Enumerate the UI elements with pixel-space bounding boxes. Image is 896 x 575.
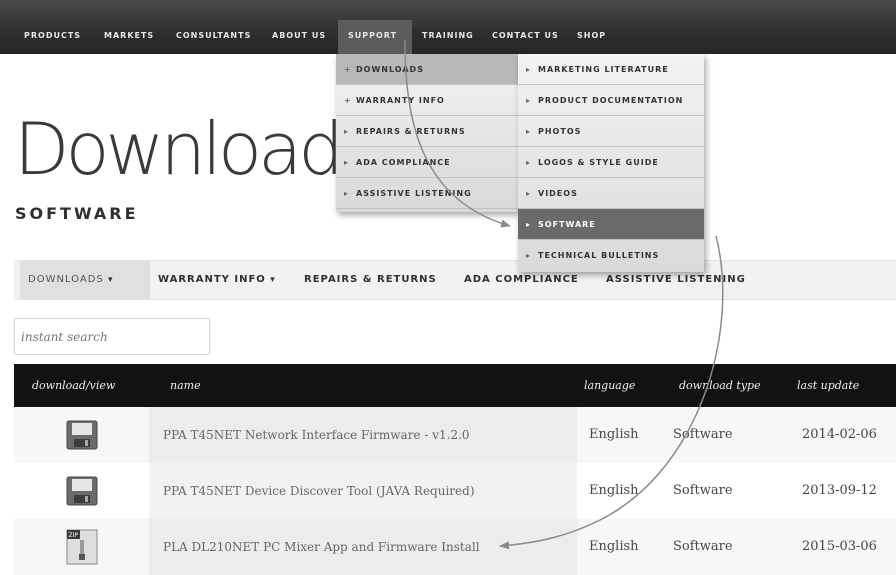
chevron-down-icon: ▾ xyxy=(270,275,276,285)
menu-item-label: WARRANTY INFO xyxy=(356,96,445,105)
menu-item-repairs-returns[interactable]: ▸ REPAIRS & RETURNS xyxy=(336,116,518,147)
nav-about-us[interactable]: ABOUT US xyxy=(262,20,336,54)
submenu-item-logos-style-guide[interactable]: ▸ LOGOS & STYLE GUIDE xyxy=(518,147,704,178)
header-download-type[interactable]: download type xyxy=(679,364,761,407)
download-cell xyxy=(14,407,149,463)
menu-item-label: REPAIRS & RETURNS xyxy=(356,127,466,136)
menu-item-label: DOWNLOADS xyxy=(356,65,424,74)
menu-item-assistive-listening[interactable]: ▸ ASSISTIVE LISTENING xyxy=(336,178,518,209)
file-language: English xyxy=(589,539,639,554)
triangle-right-icon: ▸ xyxy=(344,189,350,198)
nav-markets[interactable]: MARKETS xyxy=(94,20,164,54)
menu-item-label: LOGOS & STYLE GUIDE xyxy=(538,158,659,167)
menu-item-label: SOFTWARE xyxy=(538,220,596,229)
header-download-view[interactable]: download/view xyxy=(32,364,115,407)
triangle-right-icon: ▸ xyxy=(526,220,532,229)
file-last-update: 2013-09-12 xyxy=(802,483,877,498)
tab-warranty-info[interactable]: WARRANTY INFO ▾ xyxy=(150,261,284,299)
nav-contact-us[interactable]: CONTACT US xyxy=(482,20,569,54)
submenu-item-marketing-literature[interactable]: ▸ MARKETING LITERATURE xyxy=(518,54,704,85)
submenu-item-software[interactable]: ▸ SOFTWARE xyxy=(518,209,704,240)
tab-label: WARRANTY INFO xyxy=(158,274,266,285)
page-title: Downloads xyxy=(14,107,377,191)
table-row: PPA T45NET Network Interface Firmware - … xyxy=(14,407,896,463)
menu-item-label: VIDEOS xyxy=(538,189,578,198)
section-tab-bar: DOWNLOADS ▾ WARRANTY INFO ▾ REPAIRS & RE… xyxy=(14,260,896,300)
nav-products[interactable]: PRODUCTS xyxy=(14,20,91,54)
zip-file-icon[interactable]: ZIP xyxy=(65,528,99,566)
download-cell xyxy=(14,463,149,519)
plus-icon: + xyxy=(344,65,352,74)
table-row: PPA T45NET Device Discover Tool (JAVA Re… xyxy=(14,463,896,519)
triangle-right-icon: ▸ xyxy=(526,96,532,105)
file-last-update: 2015-03-06 xyxy=(802,539,877,554)
menu-item-downloads[interactable]: + DOWNLOADS xyxy=(336,54,518,85)
chevron-down-icon: ▾ xyxy=(107,275,114,285)
downloads-submenu: ▸ MARKETING LITERATURE ▸ PRODUCT DOCUMENTA… xyxy=(518,54,704,272)
triangle-right-icon: ▸ xyxy=(344,158,350,167)
nav-support[interactable]: SUPPORT xyxy=(338,20,412,54)
file-last-update: 2014-02-06 xyxy=(802,427,877,442)
file-type: Software xyxy=(673,539,733,554)
triangle-right-icon: ▸ xyxy=(526,189,532,198)
file-name[interactable]: PPA T45NET Device Discover Tool (JAVA Re… xyxy=(149,463,577,519)
zip-label: ZIP xyxy=(68,532,78,539)
menu-item-label: ADA COMPLIANCE xyxy=(356,158,451,167)
triangle-right-icon: ▸ xyxy=(526,127,532,136)
menu-item-label: PRODUCT DOCUMENTATION xyxy=(538,96,684,105)
tab-downloads[interactable]: DOWNLOADS ▾ xyxy=(20,261,150,299)
menu-item-label: MARKETING LITERATURE xyxy=(538,65,669,74)
instant-search-input[interactable] xyxy=(14,318,210,355)
file-type: Software xyxy=(673,483,733,498)
floppy-disk-icon[interactable] xyxy=(66,476,98,506)
file-name[interactable]: PPA T45NET Network Interface Firmware - … xyxy=(149,407,577,463)
file-type: Software xyxy=(673,427,733,442)
menu-item-label: ASSISTIVE LISTENING xyxy=(356,189,472,198)
tab-repairs-returns[interactable]: REPAIRS & RETURNS xyxy=(296,261,445,299)
triangle-right-icon: ▸ xyxy=(526,158,532,167)
file-name[interactable]: PLA DL210NET PC Mixer App and Firmware I… xyxy=(149,519,577,575)
menu-item-label: TECHNICAL BULLETINS xyxy=(538,251,660,260)
triangle-right-icon: ▸ xyxy=(344,127,350,136)
triangle-right-icon: ▸ xyxy=(526,65,532,74)
submenu-item-videos[interactable]: ▸ VIDEOS xyxy=(518,178,704,209)
table-row: ZIP PLA DL210NET PC Mixer App and Firmwa… xyxy=(14,519,896,575)
top-navigation-bar: PRODUCTS MARKETS CONSULTANTS ABOUT US SU… xyxy=(0,0,896,54)
table-header: download/view name language download typ… xyxy=(14,364,896,407)
nav-training[interactable]: TRAINING xyxy=(412,20,484,54)
menu-item-warranty-info[interactable]: + WARRANTY INFO xyxy=(336,85,518,116)
support-dropdown-menu: + DOWNLOADS + WARRANTY INFO ▸ REPAIRS & RET… xyxy=(336,54,518,212)
plus-icon: + xyxy=(344,96,352,105)
floppy-disk-icon[interactable] xyxy=(66,420,98,450)
file-language: English xyxy=(589,483,639,498)
tab-label: DOWNLOADS xyxy=(28,274,104,285)
header-language[interactable]: language xyxy=(584,364,635,407)
nav-shop[interactable]: SHOP xyxy=(567,20,616,54)
submenu-item-product-documentation[interactable]: ▸ PRODUCT DOCUMENTATION xyxy=(518,85,704,116)
header-name[interactable]: name xyxy=(170,364,201,407)
submenu-item-technical-bulletins[interactable]: ▸ TECHNICAL BULLETINS xyxy=(518,240,704,271)
menu-item-label: PHOTOS xyxy=(538,127,582,136)
nav-consultants[interactable]: CONSULTANTS xyxy=(166,20,261,54)
triangle-right-icon: ▸ xyxy=(526,251,532,260)
menu-item-ada-compliance[interactable]: ▸ ADA COMPLIANCE xyxy=(336,147,518,178)
download-cell: ZIP xyxy=(14,519,149,575)
page-subtitle: SOFTWARE xyxy=(15,204,139,223)
submenu-item-photos[interactable]: ▸ PHOTOS xyxy=(518,116,704,147)
header-last-update[interactable]: last update xyxy=(797,364,859,407)
file-language: English xyxy=(589,427,639,442)
